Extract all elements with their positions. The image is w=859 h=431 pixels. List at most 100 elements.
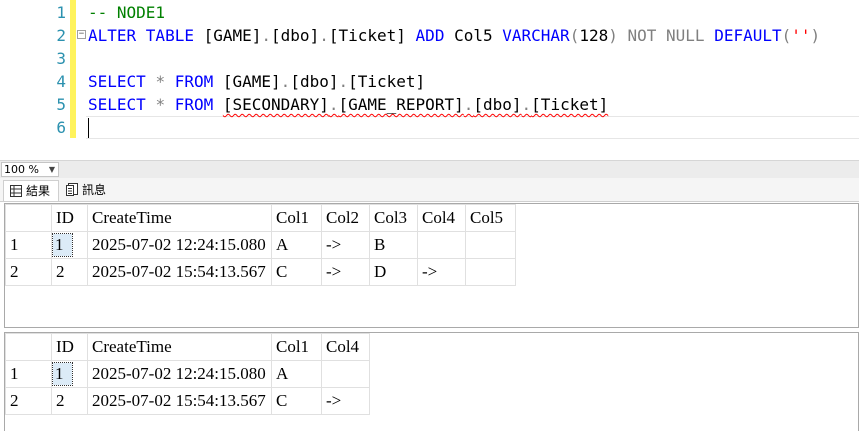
column-header[interactable]: CreateTime [87, 204, 272, 232]
column-header[interactable]: Col4 [417, 204, 466, 232]
row-number[interactable]: 1 [5, 360, 52, 388]
table-row[interactable]: 1 1 2025-07-02 12:24:15.080 A [5, 360, 370, 388]
code-token: ( [569, 26, 580, 45]
query-editor[interactable]: 123456 − -- NODE1 ALTER TABLE [GAME].[dbo… [0, 0, 859, 160]
column-header[interactable]: Col3 [369, 204, 418, 232]
grid-cell[interactable]: 2 [51, 258, 88, 286]
current-line-highlight [86, 116, 859, 139]
code-token: ) [810, 26, 821, 45]
collapse-icon[interactable]: − [77, 30, 86, 39]
grid-header-row: ID CreateTime Col1 Col2 Col3 Col4 Col5 [5, 204, 516, 232]
code-line[interactable]: SELECT * FROM [GAME].[dbo].[Ticket] [88, 70, 425, 93]
results-grid-2[interactable]: ID CreateTime Col1 Col4 1 1 2025-07-02 12:24:1… [4, 332, 859, 431]
grid-icon [10, 185, 22, 197]
change-tracking-bar [70, 0, 76, 138]
grid-cell[interactable]: 2025-07-02 12:24:15.080 [87, 231, 272, 259]
chevron-down-icon: ▼ [48, 165, 55, 174]
line-number: 3 [56, 49, 66, 68]
grid-cell[interactable]: 2 [51, 387, 88, 415]
editor-status-bar: 100 % ▼ [0, 160, 859, 178]
tab-results[interactable]: 結果 [3, 180, 59, 201]
code-line[interactable]: ALTER TABLE [GAME].[dbo].[Ticket] ADD Co… [88, 24, 820, 47]
grid-header-row: ID CreateTime Col1 Col4 [5, 333, 370, 361]
zoom-value: 100 % [4, 163, 39, 176]
line-number: 1 [56, 3, 66, 22]
code-token: '' [791, 26, 811, 45]
code-token: [dbo] [271, 26, 320, 45]
results-table-2: ID CreateTime Col1 Col4 1 1 2025-07-02 12:24:1… [5, 333, 370, 415]
selected-cell-value: 1 [52, 233, 73, 257]
code-token: * [155, 72, 175, 91]
code-token: SELECT [88, 72, 156, 91]
column-header[interactable]: ID [51, 204, 88, 232]
row-number[interactable]: 2 [5, 387, 52, 415]
column-header[interactable]: CreateTime [87, 333, 272, 361]
table-row[interactable]: 2 2 2025-07-02 15:54:13.567 C -> D -> [5, 258, 516, 286]
grid-cell[interactable]: -> [321, 231, 370, 259]
column-header[interactable]: Col2 [321, 204, 370, 232]
grid-cell[interactable]: D [369, 258, 418, 286]
zoom-dropdown[interactable]: 100 % ▼ [1, 162, 59, 177]
code-token: ADD [415, 26, 455, 45]
code-token: . [521, 95, 532, 114]
column-header[interactable]: Col1 [271, 204, 322, 232]
code-token: FROM [174, 95, 223, 114]
row-number[interactable]: 2 [5, 258, 52, 286]
column-header[interactable]: Col1 [271, 333, 322, 361]
grid-cell[interactable]: 1 [51, 360, 88, 388]
code-token: [SECONDARY] [222, 95, 329, 114]
code-token: . [463, 95, 474, 114]
code-line[interactable]: -- NODE1 [88, 1, 165, 24]
code-token: [GAME] [222, 72, 281, 91]
line-number: 2 [56, 26, 66, 45]
grid-cell[interactable]: 2025-07-02 15:54:13.567 [87, 258, 272, 286]
row-number[interactable]: 1 [5, 231, 52, 259]
grid-cell[interactable]: 1 [51, 231, 88, 259]
column-header[interactable]: Col5 [465, 204, 516, 232]
grid-cell[interactable] [465, 258, 516, 286]
code-token: [dbo] [473, 95, 522, 114]
code-token: [Ticket] [348, 72, 426, 91]
results-grid-1[interactable]: ID CreateTime Col1 Col2 Col3 Col4 Col5 1 1 2025-0… [4, 203, 859, 328]
column-header[interactable]: Col4 [321, 333, 370, 361]
tab-messages[interactable]: 訊息 [62, 180, 126, 201]
code-token: ( [781, 26, 792, 45]
code-token: NOT NULL [627, 26, 715, 45]
column-header[interactable]: ID [51, 333, 88, 361]
code-token: . [261, 26, 272, 45]
code-line[interactable]: SELECT * FROM [SECONDARY].[GAME_REPORT].… [88, 93, 608, 116]
grid-corner[interactable] [5, 333, 52, 361]
code-token: Col5 [454, 26, 503, 45]
code-token: SELECT [88, 95, 156, 114]
code-token: VARCHAR [502, 26, 570, 45]
grid-cell[interactable]: 2025-07-02 15:54:13.567 [87, 387, 272, 415]
code-token: [GAME] [203, 26, 262, 45]
table-row[interactable]: 1 1 2025-07-02 12:24:15.080 A -> B [5, 231, 516, 259]
grid-cell[interactable] [417, 231, 466, 259]
grid-cell[interactable] [465, 231, 516, 259]
grid-cell[interactable]: A [271, 360, 322, 388]
grid-cell[interactable] [321, 360, 370, 388]
grid-cell[interactable]: -> [321, 258, 370, 286]
code-token: DEFAULT [714, 26, 782, 45]
line-number-gutter: 1 2 3 4 5 6 [0, 0, 70, 160]
grid-cell[interactable]: 2025-07-02 12:24:15.080 [87, 360, 272, 388]
code-token: * [155, 95, 175, 114]
table-row[interactable]: 2 2 2025-07-02 15:54:13.567 C -> [5, 387, 370, 415]
grid-cell[interactable]: -> [321, 387, 370, 415]
code-token: [dbo] [290, 72, 339, 91]
grid-cell[interactable]: A [271, 231, 322, 259]
text-caret [88, 118, 89, 138]
grid-cell[interactable]: C [271, 387, 322, 415]
code-token: ALTER TABLE [88, 26, 204, 45]
code-token: [Ticket] [531, 95, 609, 114]
results-table-1: ID CreateTime Col1 Col2 Col3 Col4 Col5 1 1 2025-0… [5, 204, 516, 286]
grid-cell[interactable]: -> [417, 258, 466, 286]
grid-corner[interactable] [5, 204, 52, 232]
grid-cell[interactable]: C [271, 258, 322, 286]
code-token: 128 [579, 26, 609, 45]
grid-cell[interactable]: B [369, 231, 418, 259]
tab-results-label: 結果 [26, 184, 51, 198]
selected-cell-value: 1 [52, 362, 73, 386]
code-token: . [338, 72, 349, 91]
